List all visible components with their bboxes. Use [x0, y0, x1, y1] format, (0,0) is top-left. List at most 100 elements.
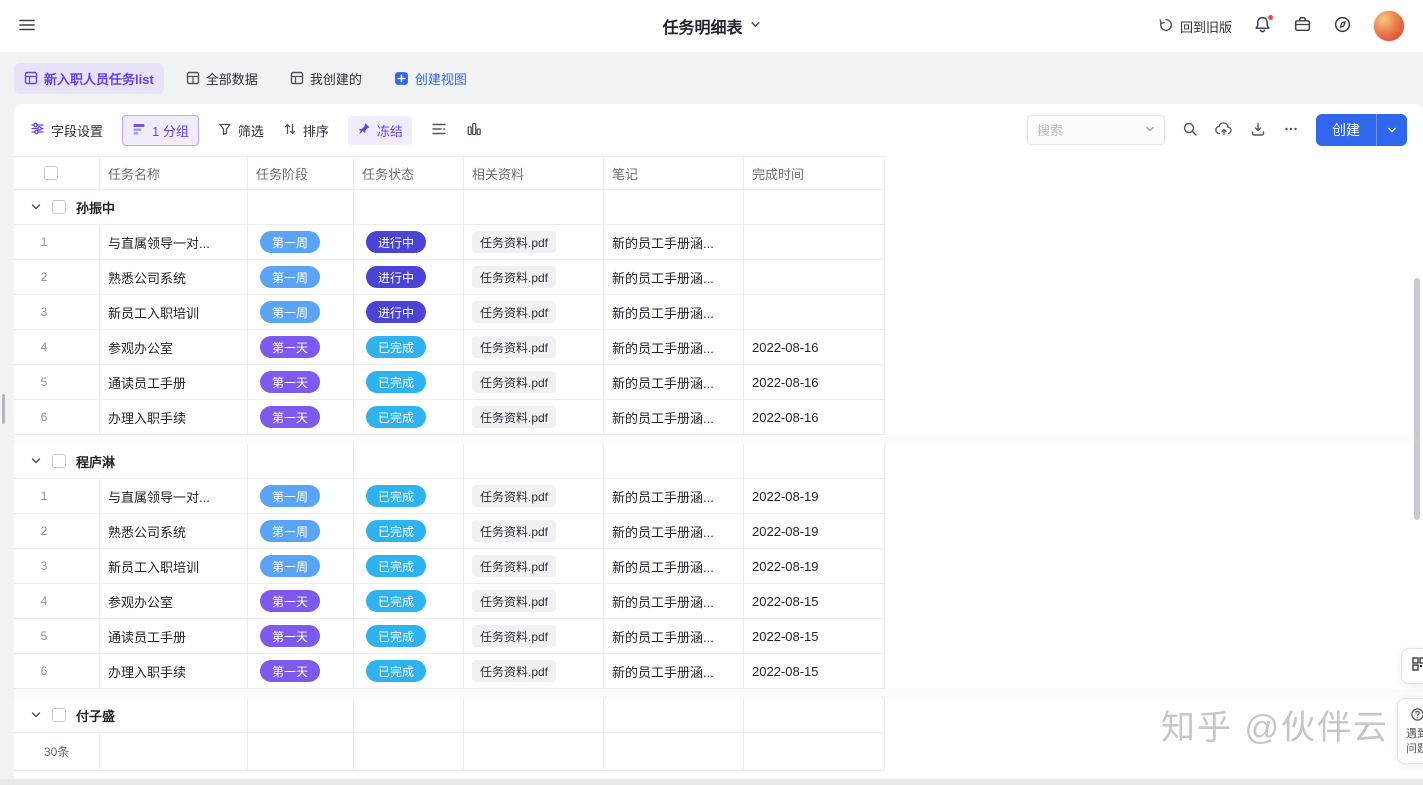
- back-to-old-version-button[interactable]: 回到旧版: [1158, 17, 1232, 36]
- task-name-cell[interactable]: 与直属领导一对...: [100, 225, 248, 260]
- freeze-button[interactable]: 冻结: [347, 115, 412, 145]
- tab-created-by-me[interactable]: 我创建的: [280, 63, 372, 94]
- task-stage-cell[interactable]: 第一周: [248, 549, 354, 584]
- row-layout-button[interactable]: [431, 121, 447, 140]
- search-box[interactable]: [1027, 115, 1165, 145]
- date-cell[interactable]: 2022-08-19: [744, 479, 885, 514]
- user-avatar[interactable]: [1373, 10, 1405, 42]
- date-cell[interactable]: 2022-08-19: [744, 514, 885, 549]
- note-cell[interactable]: 新的员工手册涵...: [604, 295, 744, 330]
- column-header-notes[interactable]: 笔记: [604, 156, 744, 190]
- task-name-cell[interactable]: 参观办公室: [100, 330, 248, 365]
- related-file-cell[interactable]: 任务资料.pdf: [464, 225, 604, 260]
- tab-all-data[interactable]: 全部数据: [176, 63, 268, 94]
- row-gutter-cell[interactable]: 2: [14, 514, 100, 549]
- row-gutter-cell[interactable]: 1: [14, 479, 100, 514]
- column-header-task-stage[interactable]: 任务阶段: [248, 156, 354, 190]
- horizontal-scrollbar-track[interactable]: [0, 779, 1423, 785]
- footer-stat-cell[interactable]: [604, 733, 744, 771]
- note-cell[interactable]: 新的员工手册涵...: [604, 365, 744, 400]
- related-file-cell[interactable]: 任务资料.pdf: [464, 654, 604, 689]
- task-stage-cell[interactable]: 第一天: [248, 330, 354, 365]
- date-cell[interactable]: [744, 225, 885, 260]
- page-title-wrap[interactable]: 任务明细表: [662, 14, 760, 38]
- group-checkbox[interactable]: [52, 708, 66, 722]
- note-cell[interactable]: 新的员工手册涵...: [604, 514, 744, 549]
- related-file-cell[interactable]: 任务资料.pdf: [464, 584, 604, 619]
- task-status-cell[interactable]: 已完成: [354, 584, 464, 619]
- date-cell[interactable]: [744, 295, 885, 330]
- row-gutter-cell[interactable]: 2: [14, 260, 100, 295]
- footer-stat-cell[interactable]: [248, 733, 354, 771]
- chart-view-button[interactable]: [466, 121, 482, 140]
- task-status-cell[interactable]: 已完成: [354, 365, 464, 400]
- task-status-cell[interactable]: 已完成: [354, 330, 464, 365]
- task-name-cell[interactable]: 办理入职手续: [100, 654, 248, 689]
- group-button[interactable]: 1 分组: [122, 114, 199, 146]
- task-status-cell[interactable]: 进行中: [354, 260, 464, 295]
- task-name-cell[interactable]: 新员工入职培训: [100, 295, 248, 330]
- help-widget-button[interactable]: 遇到 问题: [1397, 698, 1423, 764]
- related-file-cell[interactable]: 任务资料.pdf: [464, 365, 604, 400]
- footer-stat-cell[interactable]: [100, 733, 248, 771]
- group-collapse-icon[interactable]: [30, 201, 42, 213]
- filter-button[interactable]: 筛选: [218, 121, 264, 140]
- related-file-cell[interactable]: 任务资料.pdf: [464, 549, 604, 584]
- related-file-cell[interactable]: 任务资料.pdf: [464, 479, 604, 514]
- date-cell[interactable]: 2022-08-16: [744, 400, 885, 435]
- task-name-cell[interactable]: 办理入职手续: [100, 400, 248, 435]
- column-header-task-status[interactable]: 任务状态: [354, 156, 464, 190]
- cloud-upload-button[interactable]: [1215, 121, 1233, 140]
- related-file-cell[interactable]: 任务资料.pdf: [464, 330, 604, 365]
- task-status-cell[interactable]: 已完成: [354, 549, 464, 584]
- left-scroll-indicator[interactable]: [2, 394, 5, 424]
- group-header-row[interactable]: 付子盛: [14, 698, 1423, 733]
- search-button[interactable]: [1182, 121, 1198, 140]
- task-stage-cell[interactable]: 第一周: [248, 514, 354, 549]
- note-cell[interactable]: 新的员工手册涵...: [604, 260, 744, 295]
- task-status-cell[interactable]: 已完成: [354, 479, 464, 514]
- select-all-checkbox[interactable]: [44, 166, 58, 180]
- task-name-cell[interactable]: 熟悉公司系统: [100, 514, 248, 549]
- date-cell[interactable]: 2022-08-16: [744, 330, 885, 365]
- qr-widget-button[interactable]: [1401, 648, 1423, 684]
- task-status-cell[interactable]: 已完成: [354, 619, 464, 654]
- vertical-scrollbar-thumb[interactable]: [1414, 278, 1420, 520]
- create-view-button[interactable]: 创建视图: [384, 63, 477, 94]
- date-cell[interactable]: 2022-08-15: [744, 619, 885, 654]
- search-input[interactable]: [1037, 122, 1139, 138]
- row-gutter-cell[interactable]: 5: [14, 365, 100, 400]
- group-header-row[interactable]: 孙振中: [14, 190, 1423, 225]
- note-cell[interactable]: 新的员工手册涵...: [604, 330, 744, 365]
- note-cell[interactable]: 新的员工手册涵...: [604, 654, 744, 689]
- task-stage-cell[interactable]: 第一天: [248, 584, 354, 619]
- note-cell[interactable]: 新的员工手册涵...: [604, 479, 744, 514]
- column-header-finish-time[interactable]: 完成时间: [744, 156, 885, 190]
- chevron-down-icon[interactable]: [1145, 121, 1155, 139]
- note-cell[interactable]: 新的员工手册涵...: [604, 549, 744, 584]
- more-button[interactable]: [1283, 121, 1299, 140]
- group-header-row[interactable]: 程庐淋: [14, 444, 1423, 479]
- related-file-cell[interactable]: 任务资料.pdf: [464, 619, 604, 654]
- create-dropdown-button[interactable]: [1376, 114, 1407, 146]
- row-gutter-cell[interactable]: 3: [14, 295, 100, 330]
- task-stage-cell[interactable]: 第一天: [248, 365, 354, 400]
- row-gutter-cell[interactable]: 1: [14, 225, 100, 260]
- row-gutter-cell[interactable]: 3: [14, 549, 100, 584]
- download-button[interactable]: [1250, 121, 1266, 140]
- date-cell[interactable]: 2022-08-15: [744, 654, 885, 689]
- workspace-button[interactable]: [1293, 15, 1312, 37]
- footer-stat-cell[interactable]: [744, 733, 885, 771]
- date-cell[interactable]: [744, 260, 885, 295]
- row-gutter-cell[interactable]: 6: [14, 654, 100, 689]
- field-settings-button[interactable]: 字段设置: [30, 121, 103, 140]
- note-cell[interactable]: 新的员工手册涵...: [604, 619, 744, 654]
- group-checkbox[interactable]: [52, 200, 66, 214]
- tab-new-employee-task-list[interactable]: 新入职人员任务list: [14, 62, 164, 94]
- related-file-cell[interactable]: 任务资料.pdf: [464, 295, 604, 330]
- group-checkbox[interactable]: [52, 454, 66, 468]
- task-stage-cell[interactable]: 第一天: [248, 619, 354, 654]
- related-file-cell[interactable]: 任务资料.pdf: [464, 260, 604, 295]
- date-cell[interactable]: 2022-08-16: [744, 365, 885, 400]
- group-collapse-icon[interactable]: [30, 455, 42, 467]
